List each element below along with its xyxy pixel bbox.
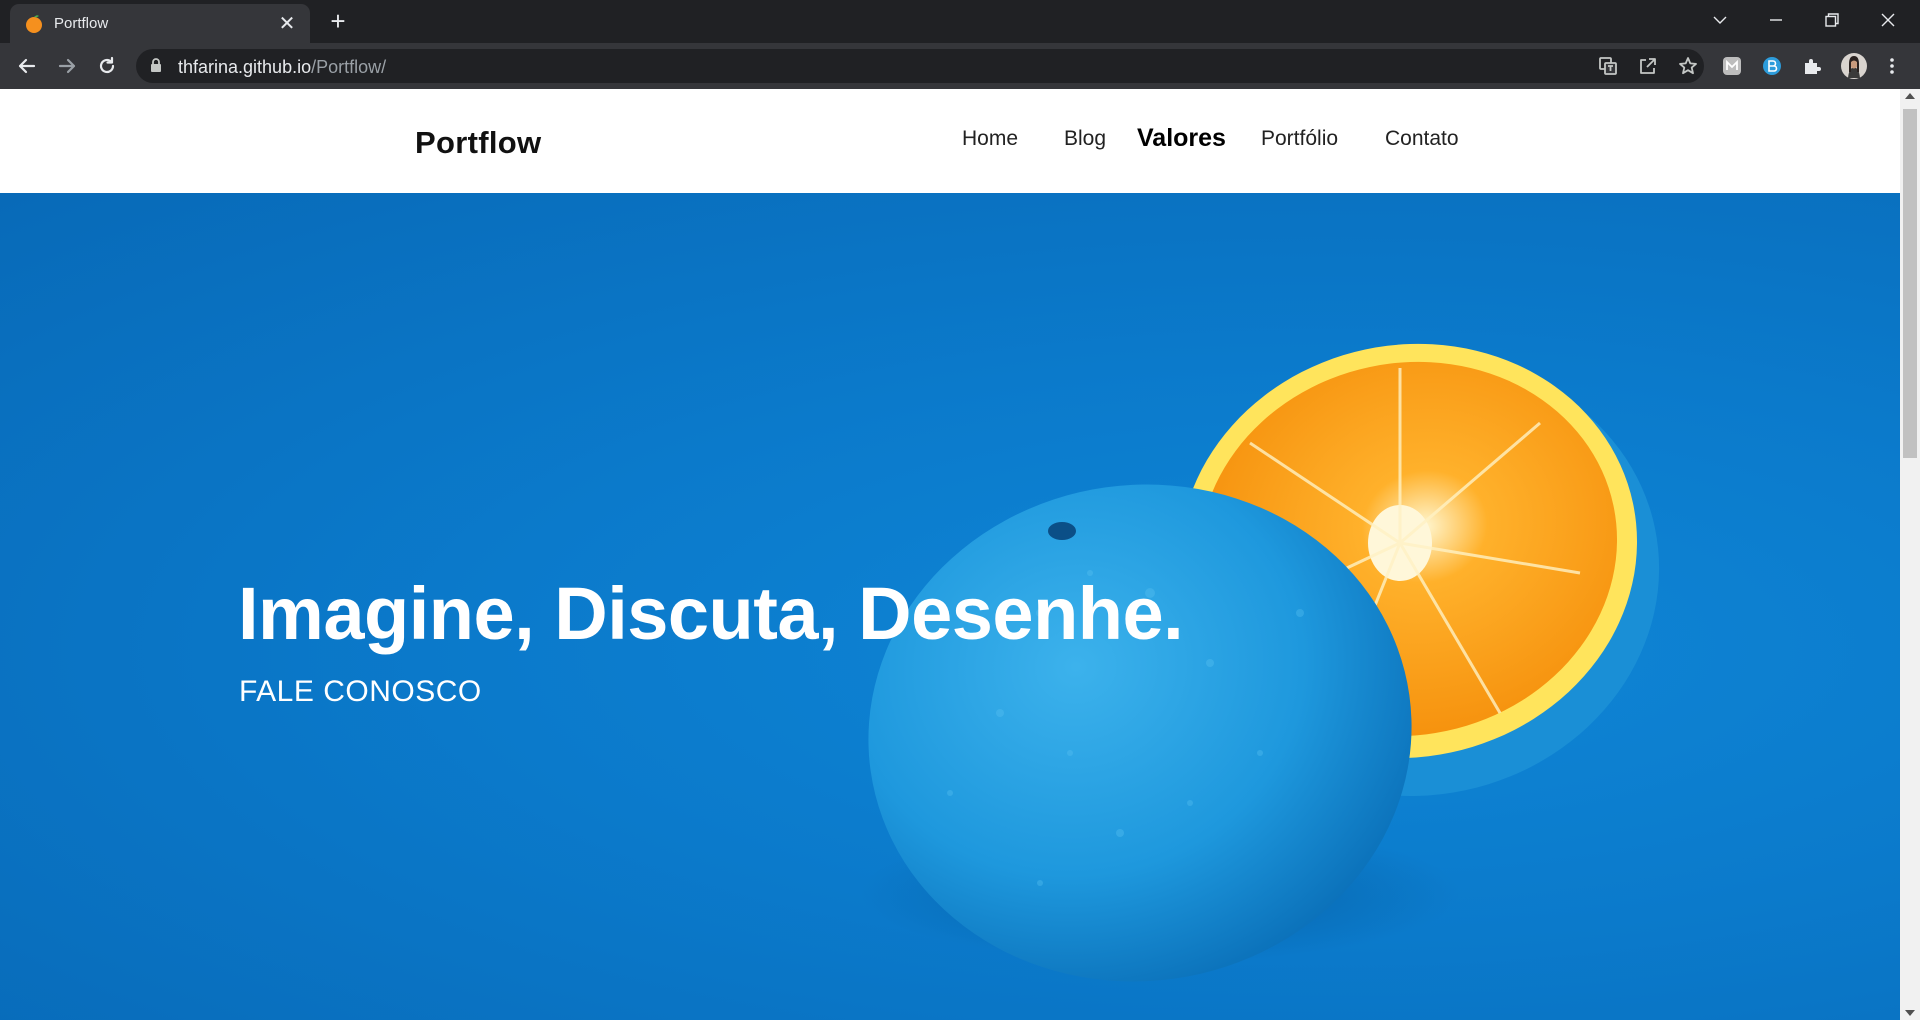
scrollbar-thumb[interactable] — [1903, 109, 1917, 458]
orange-icon — [24, 14, 44, 34]
reload-icon[interactable] — [91, 50, 123, 82]
nav-home[interactable]: Home — [962, 127, 1018, 151]
translate-icon[interactable] — [1596, 54, 1620, 78]
tab-title: Portflow — [54, 15, 109, 32]
nav-contato[interactable]: Contato — [1385, 127, 1459, 151]
contact-us-link[interactable]: FALE CONOSCO — [239, 675, 482, 709]
browser-tab[interactable]: Portflow ✕ — [10, 4, 310, 43]
site-logo[interactable]: Portflow — [415, 125, 541, 161]
page-viewport: Portflow Home Blog Valores Portfólio Con… — [0, 89, 1900, 1020]
profile-avatar[interactable] — [1840, 52, 1868, 80]
kebab-menu-icon[interactable] — [1880, 54, 1904, 78]
puzzle-icon[interactable] — [1800, 54, 1824, 78]
site-header: Portflow Home Blog Valores Portfólio Con… — [0, 89, 1900, 193]
extension-b-icon[interactable] — [1760, 54, 1784, 78]
tab-search-icon[interactable] — [1692, 0, 1748, 40]
nav-portfolio[interactable]: Portfólio — [1261, 127, 1338, 151]
url-text[interactable]: thfarina.github.io/Portflow/ — [178, 57, 386, 78]
scroll-down-arrow-icon[interactable] — [1905, 1010, 1915, 1016]
page-scrollbar[interactable] — [1900, 89, 1920, 1020]
star-icon[interactable] — [1676, 54, 1700, 78]
back-icon[interactable] — [11, 50, 43, 82]
scroll-up-arrow-icon[interactable] — [1905, 93, 1915, 99]
extension-m-icon[interactable] — [1720, 54, 1744, 78]
url-path: /Portflow/ — [311, 57, 387, 77]
hero-section: Imagine, Discuta, Desenhe. FALE CONOSCO — [0, 193, 1900, 1020]
close-icon[interactable] — [1860, 0, 1916, 40]
browser-toolbar: thfarina.github.io/Portflow/ — [0, 43, 1920, 89]
lock-icon[interactable] — [150, 58, 162, 78]
nav-valores[interactable]: Valores — [1137, 124, 1226, 153]
address-bar[interactable]: thfarina.github.io/Portflow/ — [136, 49, 1704, 83]
hero-headline: Imagine, Discuta, Desenhe. — [238, 572, 1184, 655]
forward-icon[interactable] — [51, 50, 83, 82]
tab-strip: Portflow ✕ + — [0, 0, 1920, 43]
nav-blog[interactable]: Blog — [1064, 127, 1106, 151]
tab-close-icon[interactable]: ✕ — [274, 11, 300, 37]
new-tab-button[interactable]: + — [324, 8, 352, 36]
restore-icon[interactable] — [1804, 0, 1860, 40]
minimize-icon[interactable] — [1748, 0, 1804, 40]
url-host: thfarina.github.io — [178, 57, 312, 77]
share-icon[interactable] — [1636, 54, 1660, 78]
